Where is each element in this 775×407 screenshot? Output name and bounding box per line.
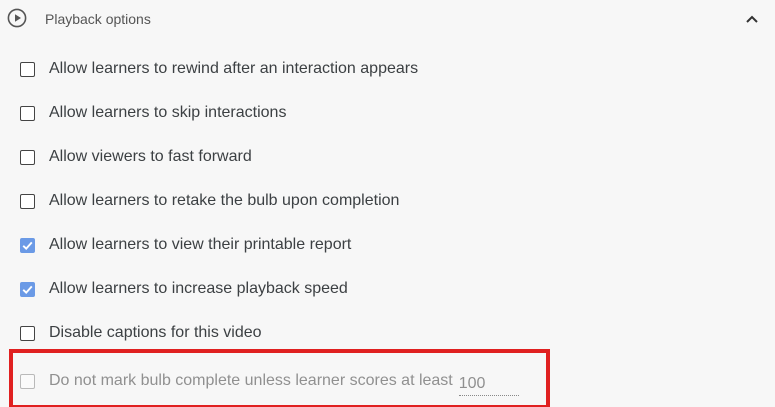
- skip-interactions-checkbox[interactable]: [20, 105, 35, 121]
- chevron-up-icon[interactable]: [740, 9, 764, 29]
- minimum-score-input[interactable]: [458, 374, 519, 396]
- option-label: Do not mark bulb complete unless learner…: [49, 372, 453, 389]
- option-label: Disable captions for this video: [49, 324, 262, 341]
- retake-bulb-checkbox[interactable]: [20, 193, 35, 209]
- option-label: Allow learners to rewind after an intera…: [49, 60, 419, 77]
- option-label: Allow learners to increase playback spee…: [49, 280, 348, 297]
- playback-speed-checkbox[interactable]: [20, 281, 35, 297]
- option-label: Allow learners to skip interactions: [49, 104, 287, 121]
- option-disable-captions[interactable]: Disable captions for this video: [20, 321, 262, 345]
- playback-options-panel: Playback options Allow learners to rewin…: [0, 0, 775, 407]
- checkmark-icon: [22, 285, 33, 294]
- option-playback-speed[interactable]: Allow learners to increase playback spee…: [20, 277, 348, 301]
- disable-captions-checkbox[interactable]: [20, 325, 35, 341]
- option-rewind[interactable]: Allow learners to rewind after an intera…: [20, 57, 418, 81]
- option-label: Allow viewers to fast forward: [49, 148, 252, 165]
- option-fast-forward[interactable]: Allow viewers to fast forward: [20, 145, 252, 169]
- rewind-checkbox[interactable]: [20, 61, 35, 77]
- option-retake-bulb[interactable]: Allow learners to retake the bulb upon c…: [20, 189, 399, 213]
- minimum-score-checkbox[interactable]: [20, 373, 35, 389]
- printable-report-checkbox[interactable]: [20, 237, 35, 253]
- option-minimum-score[interactable]: Do not mark bulb complete unless learner…: [20, 369, 519, 396]
- play-circle-icon: [7, 8, 27, 28]
- section-title: Playback options: [45, 11, 151, 27]
- checkmark-icon: [22, 241, 33, 250]
- option-skip-interactions[interactable]: Allow learners to skip interactions: [20, 101, 286, 125]
- option-printable-report[interactable]: Allow learners to view their printable r…: [20, 233, 351, 257]
- playback-options-header[interactable]: Playback options: [0, 0, 775, 38]
- option-label: Allow learners to retake the bulb upon c…: [49, 192, 400, 209]
- option-label: Allow learners to view their printable r…: [49, 236, 352, 253]
- fast-forward-checkbox[interactable]: [20, 149, 35, 165]
